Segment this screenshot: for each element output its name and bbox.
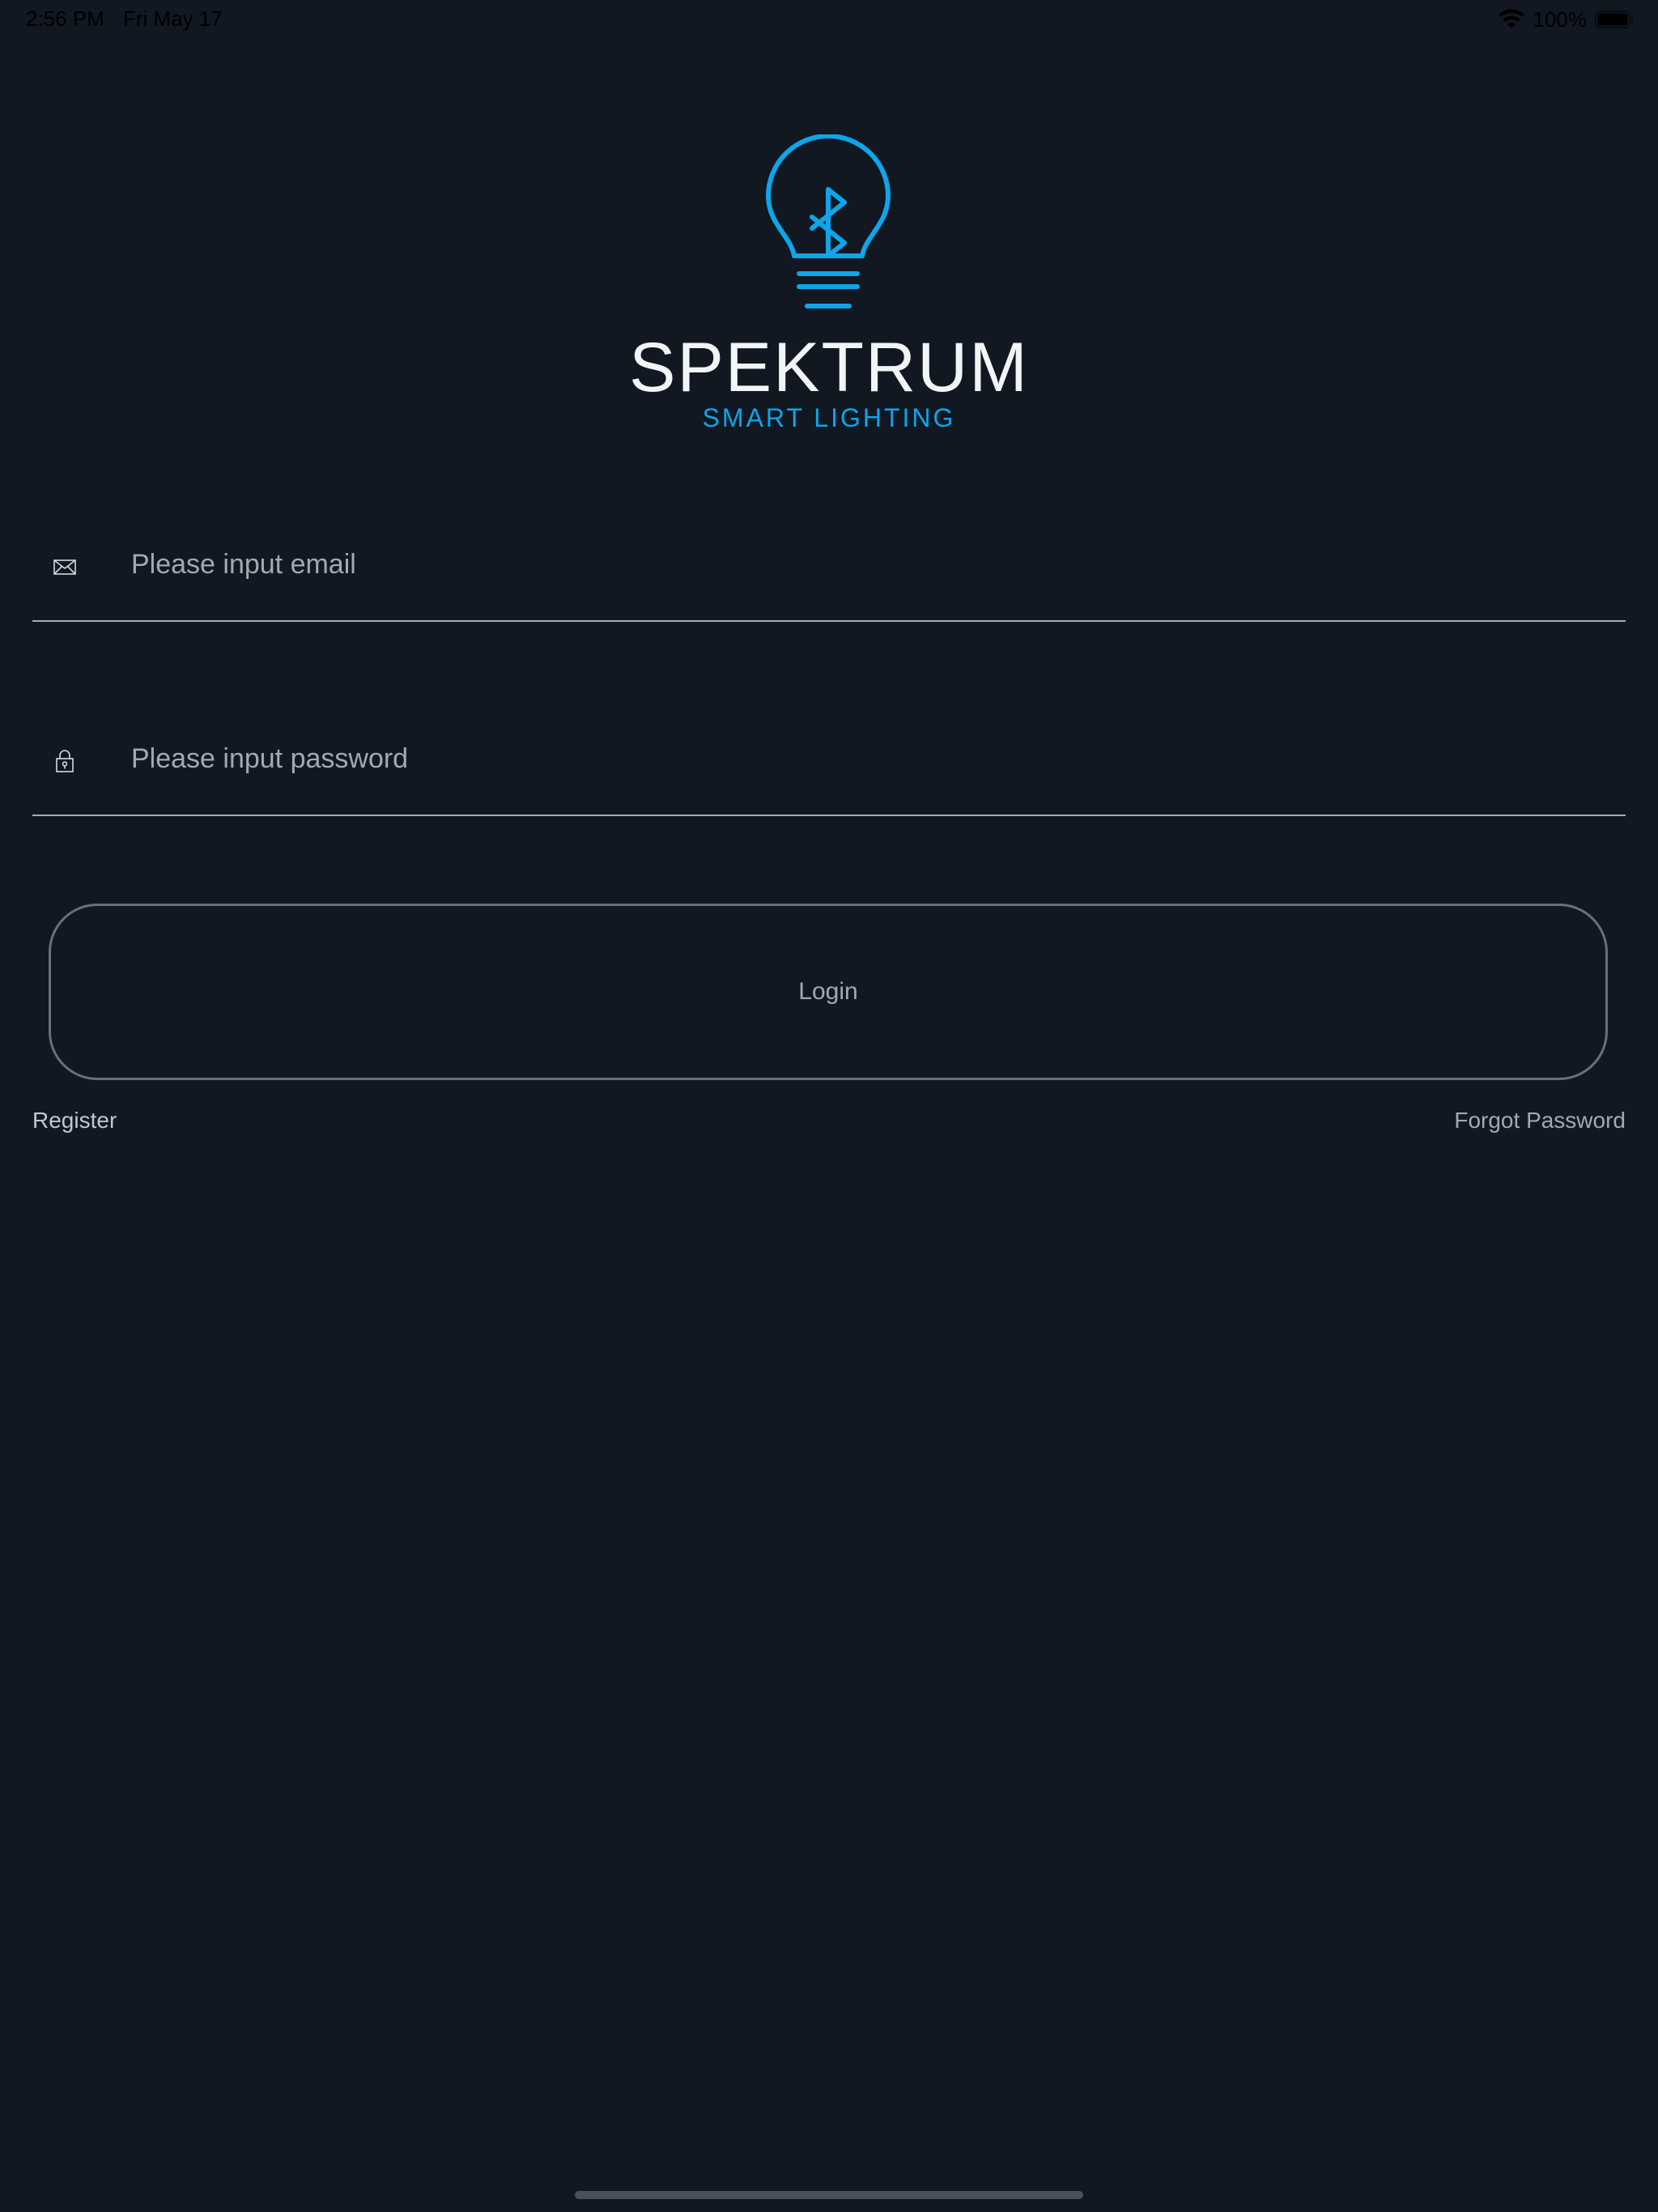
status-indicators: 100% (1498, 6, 1635, 32)
password-field (32, 717, 1626, 816)
lock-icon (56, 750, 74, 772)
battery-icon (1595, 11, 1634, 28)
brand-tagline: SMART LIGHTING (702, 403, 956, 432)
bluetooth-lightbulb-icon (766, 134, 891, 308)
forgot-password-link[interactable]: Forgot Password (1454, 1108, 1626, 1134)
envelope-icon (53, 559, 76, 575)
status-time: 2:56 PM (26, 6, 104, 31)
battery-percent: 100% (1533, 6, 1588, 32)
brand-name: SPEKTRUM (629, 329, 1029, 406)
register-link[interactable]: Register (32, 1108, 117, 1134)
password-input[interactable] (130, 732, 1590, 785)
email-field (32, 523, 1626, 622)
wifi-icon (1498, 9, 1524, 28)
email-input[interactable] (130, 538, 1590, 591)
status-bar: 2:56 PM Fri May 17 100% (0, 0, 1658, 39)
status-date: Fri May 17 (123, 6, 223, 31)
login-button[interactable]: Login (49, 904, 1608, 1080)
login-button-label: Login (798, 978, 858, 1005)
home-indicator[interactable] (575, 2191, 1083, 2199)
